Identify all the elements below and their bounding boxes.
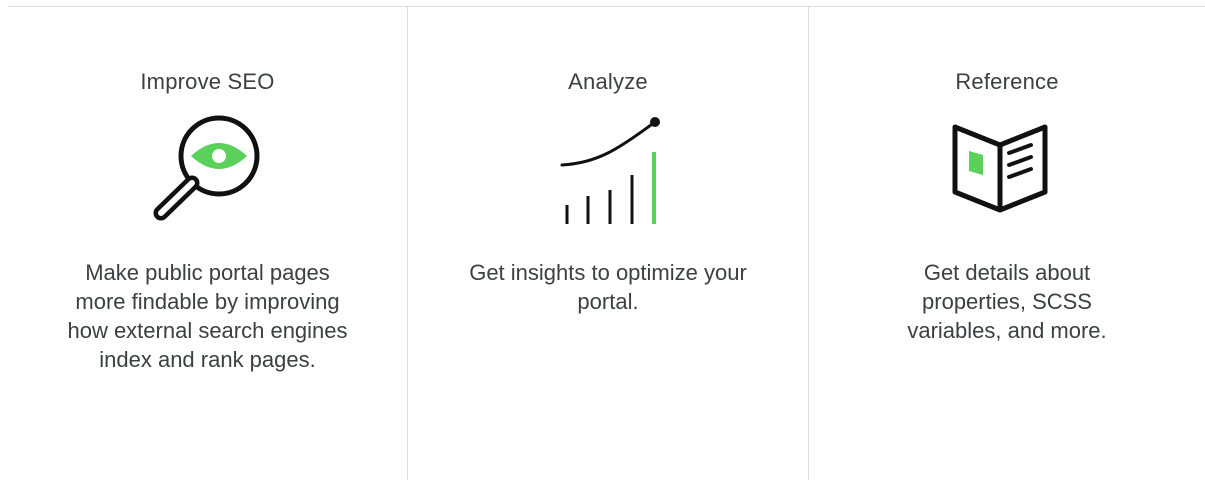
magnifier-eye-icon bbox=[138, 112, 278, 232]
card-reference[interactable]: Reference Get details about properties, … bbox=[809, 7, 1205, 480]
card-description: Make public portal pages more findable b… bbox=[67, 260, 348, 372]
feature-cards-page: Improve SEO Make public portal pages mor… bbox=[0, 0, 1205, 480]
card-title: Reference bbox=[955, 69, 1059, 94]
card-analyze[interactable]: Analyze Get insights to optimize your po… bbox=[408, 7, 809, 480]
card-title: Improve SEO bbox=[140, 69, 275, 94]
card-description: Get insights to optimize your portal. bbox=[469, 260, 747, 314]
card-row: Improve SEO Make public portal pages mor… bbox=[8, 7, 1205, 480]
growth-chart-icon bbox=[538, 112, 678, 232]
card-description: Get details about properties, SCSS varia… bbox=[907, 260, 1107, 343]
card-improve-seo[interactable]: Improve SEO Make public portal pages mor… bbox=[8, 7, 408, 480]
card-title: Analyze bbox=[568, 69, 648, 94]
open-book-icon bbox=[937, 112, 1077, 232]
